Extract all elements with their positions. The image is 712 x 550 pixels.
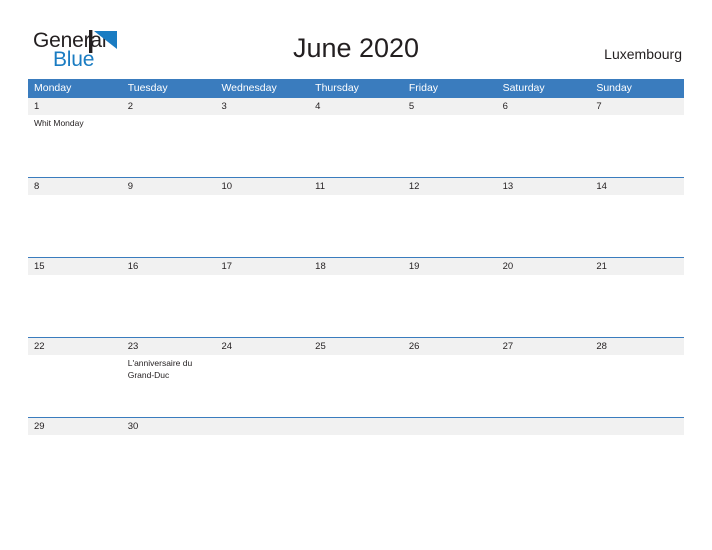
day-number[interactable]: 30: [122, 418, 216, 435]
day-events: [309, 115, 403, 177]
day-number[interactable]: 20: [497, 258, 591, 275]
day-number: [403, 418, 497, 435]
day-events: [590, 275, 684, 337]
day-events: [309, 195, 403, 257]
day-events: [497, 275, 591, 337]
day-number[interactable]: 7: [590, 98, 684, 115]
day-number[interactable]: 11: [309, 178, 403, 195]
day-events: L'anniversaire du Grand-Duc: [122, 355, 216, 417]
day-number[interactable]: 26: [403, 338, 497, 355]
page-header: General Blue June 2020 Luxembourg: [0, 0, 712, 76]
day-number[interactable]: 13: [497, 178, 591, 195]
event-label: L'anniversaire du Grand-Duc: [127, 358, 193, 380]
weekday-header-wednesday: Wednesday: [221, 82, 277, 94]
week-event-band: L'anniversaire du Grand-Duc: [28, 355, 684, 417]
day-number: [497, 418, 591, 435]
day-events: [215, 115, 309, 177]
calendar-grid: Monday Tuesday Wednesday Thursday Friday…: [28, 79, 684, 437]
day-number[interactable]: 9: [122, 178, 216, 195]
day-number[interactable]: 12: [403, 178, 497, 195]
day-events: [215, 275, 309, 337]
day-events: [215, 355, 309, 417]
day-number[interactable]: 27: [497, 338, 591, 355]
day-number[interactable]: 25: [309, 338, 403, 355]
day-events: [28, 355, 122, 417]
week-event-band: [28, 275, 684, 337]
day-number[interactable]: 22: [28, 338, 122, 355]
day-number[interactable]: 4: [309, 98, 403, 115]
day-number[interactable]: 17: [215, 258, 309, 275]
week-date-band: 15 16 17 18 19 20 21: [28, 258, 684, 275]
day-number[interactable]: 19: [403, 258, 497, 275]
day-events: [497, 115, 591, 177]
day-number[interactable]: 6: [497, 98, 591, 115]
weekday-header-saturday: Saturday: [502, 82, 545, 94]
week-date-band: 1 2 3 4 5 6 7: [28, 98, 684, 115]
day-number: [309, 418, 403, 435]
day-events: [309, 355, 403, 417]
day-events: [309, 275, 403, 337]
week-date-band: 29 30: [28, 418, 684, 435]
day-number[interactable]: 21: [590, 258, 684, 275]
day-number: [215, 418, 309, 435]
weekday-header-friday: Friday: [408, 82, 439, 94]
week-date-band: 22 23 24 25 26 27 28: [28, 338, 684, 355]
day-number[interactable]: 24: [215, 338, 309, 355]
week-row: 22 23 24 25 26 27 28 L'anniversaire du G…: [28, 337, 684, 417]
day-number[interactable]: 16: [122, 258, 216, 275]
day-number[interactable]: 29: [28, 418, 122, 435]
day-events: [590, 355, 684, 417]
day-events: [403, 355, 497, 417]
weekday-header-tuesday: Tuesday: [127, 82, 168, 94]
weekday-header-sunday: Sunday: [596, 82, 632, 94]
day-events: [122, 115, 216, 177]
day-events: [122, 195, 216, 257]
day-events: [403, 275, 497, 337]
day-number[interactable]: 15: [28, 258, 122, 275]
day-events: [497, 195, 591, 257]
day-events: [403, 195, 497, 257]
week-date-band: 8 9 10 11 12 13 14: [28, 178, 684, 195]
day-number[interactable]: 10: [215, 178, 309, 195]
day-events: Whit Monday: [28, 115, 122, 177]
week-row: 29 30: [28, 417, 684, 437]
week-event-band: [28, 195, 684, 257]
event-label: Whit Monday: [34, 118, 84, 128]
day-events: [590, 115, 684, 177]
day-events: [215, 195, 309, 257]
week-row: 15 16 17 18 19 20 21: [28, 257, 684, 337]
day-number[interactable]: 1: [28, 98, 122, 115]
day-number[interactable]: 14: [590, 178, 684, 195]
day-number[interactable]: 28: [590, 338, 684, 355]
day-number[interactable]: 18: [309, 258, 403, 275]
weekday-header-row: Monday Tuesday Wednesday Thursday Friday…: [28, 79, 684, 97]
week-row: 8 9 10 11 12 13 14: [28, 177, 684, 257]
day-number[interactable]: 8: [28, 178, 122, 195]
day-events: [590, 195, 684, 257]
day-events: [122, 275, 216, 337]
weekday-header-thursday: Thursday: [315, 82, 359, 94]
week-event-band: Whit Monday: [28, 115, 684, 177]
week-row: 1 2 3 4 5 6 7 Whit Monday: [28, 97, 684, 177]
day-events: [28, 275, 122, 337]
day-number[interactable]: 5: [403, 98, 497, 115]
day-number[interactable]: 3: [215, 98, 309, 115]
country-label: Luxembourg: [604, 46, 682, 62]
day-events: [28, 195, 122, 257]
day-number: [590, 418, 684, 435]
day-number[interactable]: 23: [122, 338, 216, 355]
day-number[interactable]: 2: [122, 98, 216, 115]
day-events: [403, 115, 497, 177]
weekday-header-monday: Monday: [34, 82, 72, 94]
day-events: [497, 355, 591, 417]
